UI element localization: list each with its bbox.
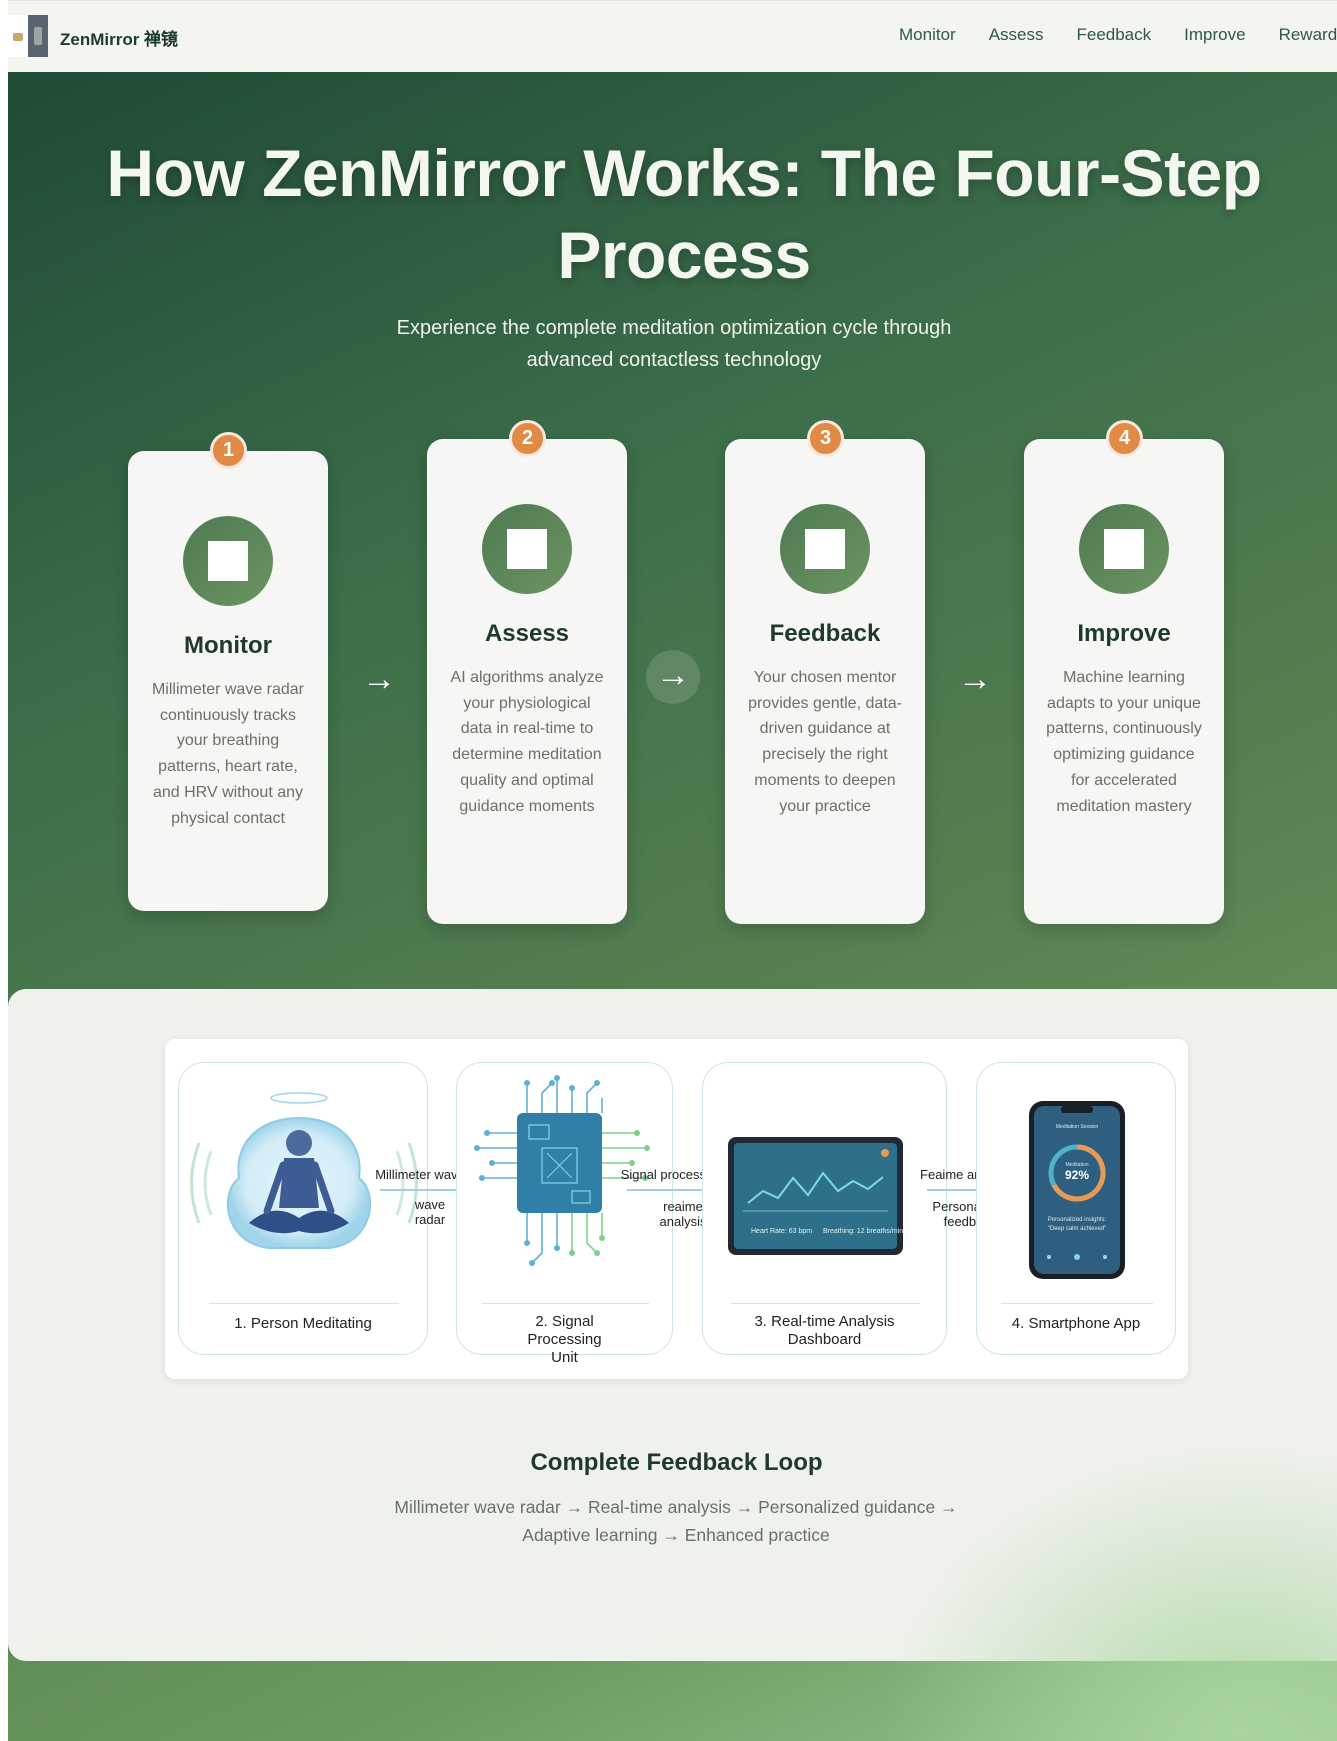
step-title: Assess	[484, 620, 570, 647]
step-card-feedback[interactable]: 3 Feedback Your chosen mentor provides g…	[725, 420, 925, 924]
nav-link-feedback[interactable]: Feedback	[1076, 25, 1151, 45]
page-title: How ZenMirror Works: The Four-Step Proce…	[106, 136, 1262, 292]
flow-arrow-line	[380, 1189, 460, 1191]
diagram-box-dashboard: Heart Rate: 63 bpm Breathing: 12 breaths…	[702, 1062, 947, 1355]
step-icon-placeholder	[183, 516, 273, 606]
analysis-dashboard-icon: Heart Rate: 63 bpm Breathing: 12 breaths…	[728, 1137, 903, 1255]
caption-divider	[482, 1303, 649, 1304]
feedback-loop-description: Millimeter wave radar → Real-time analys…	[394, 1497, 958, 1545]
step-number-badge: 2	[509, 420, 546, 457]
step-card-monitor[interactable]: 1 Monitor Millimeter wave radar continuo…	[128, 432, 328, 911]
page: ZenMirror 禅镜 Monitor Assess Feedback Imp…	[8, 0, 1337, 1741]
dashboard-breathing-text: Breathing: 12 breaths/min	[823, 1228, 903, 1235]
step-description: Millimeter wave radar continuously track…	[151, 681, 305, 827]
step-icon-placeholder	[1079, 504, 1169, 594]
nav-link-improve[interactable]: Improve	[1184, 25, 1245, 45]
diagram-caption: 1. Person Meditating	[234, 1315, 372, 1332]
step-icon-placeholder	[780, 504, 870, 594]
step-number-badge: 4	[1106, 420, 1143, 457]
step-card-assess[interactable]: 2 Assess AI algorithms analyze your phys…	[427, 420, 627, 924]
caption-divider	[209, 1303, 399, 1304]
brand-name[interactable]: ZenMirror 禅镜	[60, 25, 178, 50]
step-description: Your chosen mentor provides gentle, data…	[748, 669, 902, 815]
circuit-chip-icon	[474, 1075, 650, 1266]
step-title: Monitor	[184, 632, 272, 659]
step-card-improve[interactable]: 4 Improve Machine learning adapts to you…	[1024, 420, 1224, 924]
diagram-box-person: 1. Person Meditating	[178, 1062, 428, 1355]
nav-link-rewards[interactable]: Rewards	[1279, 25, 1337, 45]
phone-insight-1: Personalized insights:	[1048, 1217, 1107, 1223]
page-subtitle: Experience the complete meditation optim…	[396, 317, 952, 371]
flow-label-bottom: wave radar	[414, 1197, 446, 1227]
step-title: Feedback	[769, 620, 881, 647]
logo-icon[interactable]	[8, 15, 48, 57]
step-title: Improve	[1077, 620, 1171, 647]
arrow-right-icon: →	[362, 660, 396, 698]
step-number-badge: 1	[210, 432, 247, 469]
caption-divider	[731, 1303, 920, 1304]
smartphone-app-icon: Meditation Session Meditation 92% Person…	[1029, 1101, 1125, 1279]
nav-links: Monitor Assess Feedback Improve Rewards	[899, 25, 1337, 45]
diagram-box-processor: 2. Signal Processing Unit	[456, 1062, 673, 1366]
caption-divider	[1001, 1303, 1153, 1304]
nav-link-assess[interactable]: Assess	[989, 25, 1044, 45]
system-diagram-image: 1. Person Meditating Millimeter wave wav…	[165, 1039, 1188, 1379]
diagram-caption: 3. Real-time Analysis Dashboard	[754, 1313, 895, 1348]
feedback-loop-title: Complete Feedback Loop	[530, 1449, 823, 1476]
diagram-caption: 4. Smartphone App	[1011, 1315, 1141, 1332]
nav-link-monitor[interactable]: Monitor	[899, 25, 956, 45]
phone-score: 92%	[1065, 1168, 1089, 1182]
phone-insight-2: "Deep calm achieved"	[1048, 1226, 1107, 1232]
top-nav: ZenMirror 禅镜 Monitor Assess Feedback Imp…	[8, 0, 1337, 72]
step-description: Machine learning adapts to your unique p…	[1046, 669, 1202, 815]
arrow-right-icon: →	[958, 660, 992, 698]
diagram-caption: 2. Signal Processing Unit	[527, 1313, 602, 1366]
step-icon-placeholder	[482, 504, 572, 594]
arrow-right-icon: →	[646, 650, 700, 704]
dashboard-heart-text: Heart Rate: 63 bpm	[751, 1228, 812, 1235]
flow-label-top: Millimeter wave	[375, 1167, 465, 1182]
phone-header-text: Meditation Session	[1056, 1124, 1098, 1130]
meditating-person-icon	[190, 1092, 418, 1249]
feedback-loop-panel: 1. Person Meditating Millimeter wave wav…	[8, 989, 1337, 1661]
step-description: AI algorithms analyze your physiological…	[450, 669, 604, 815]
diagram-box-phone: Meditation Session Meditation 92% Person…	[976, 1062, 1176, 1355]
step-number-badge: 3	[807, 420, 844, 457]
hero-section: How ZenMirror Works: The Four-Step Proce…	[8, 72, 1337, 1741]
